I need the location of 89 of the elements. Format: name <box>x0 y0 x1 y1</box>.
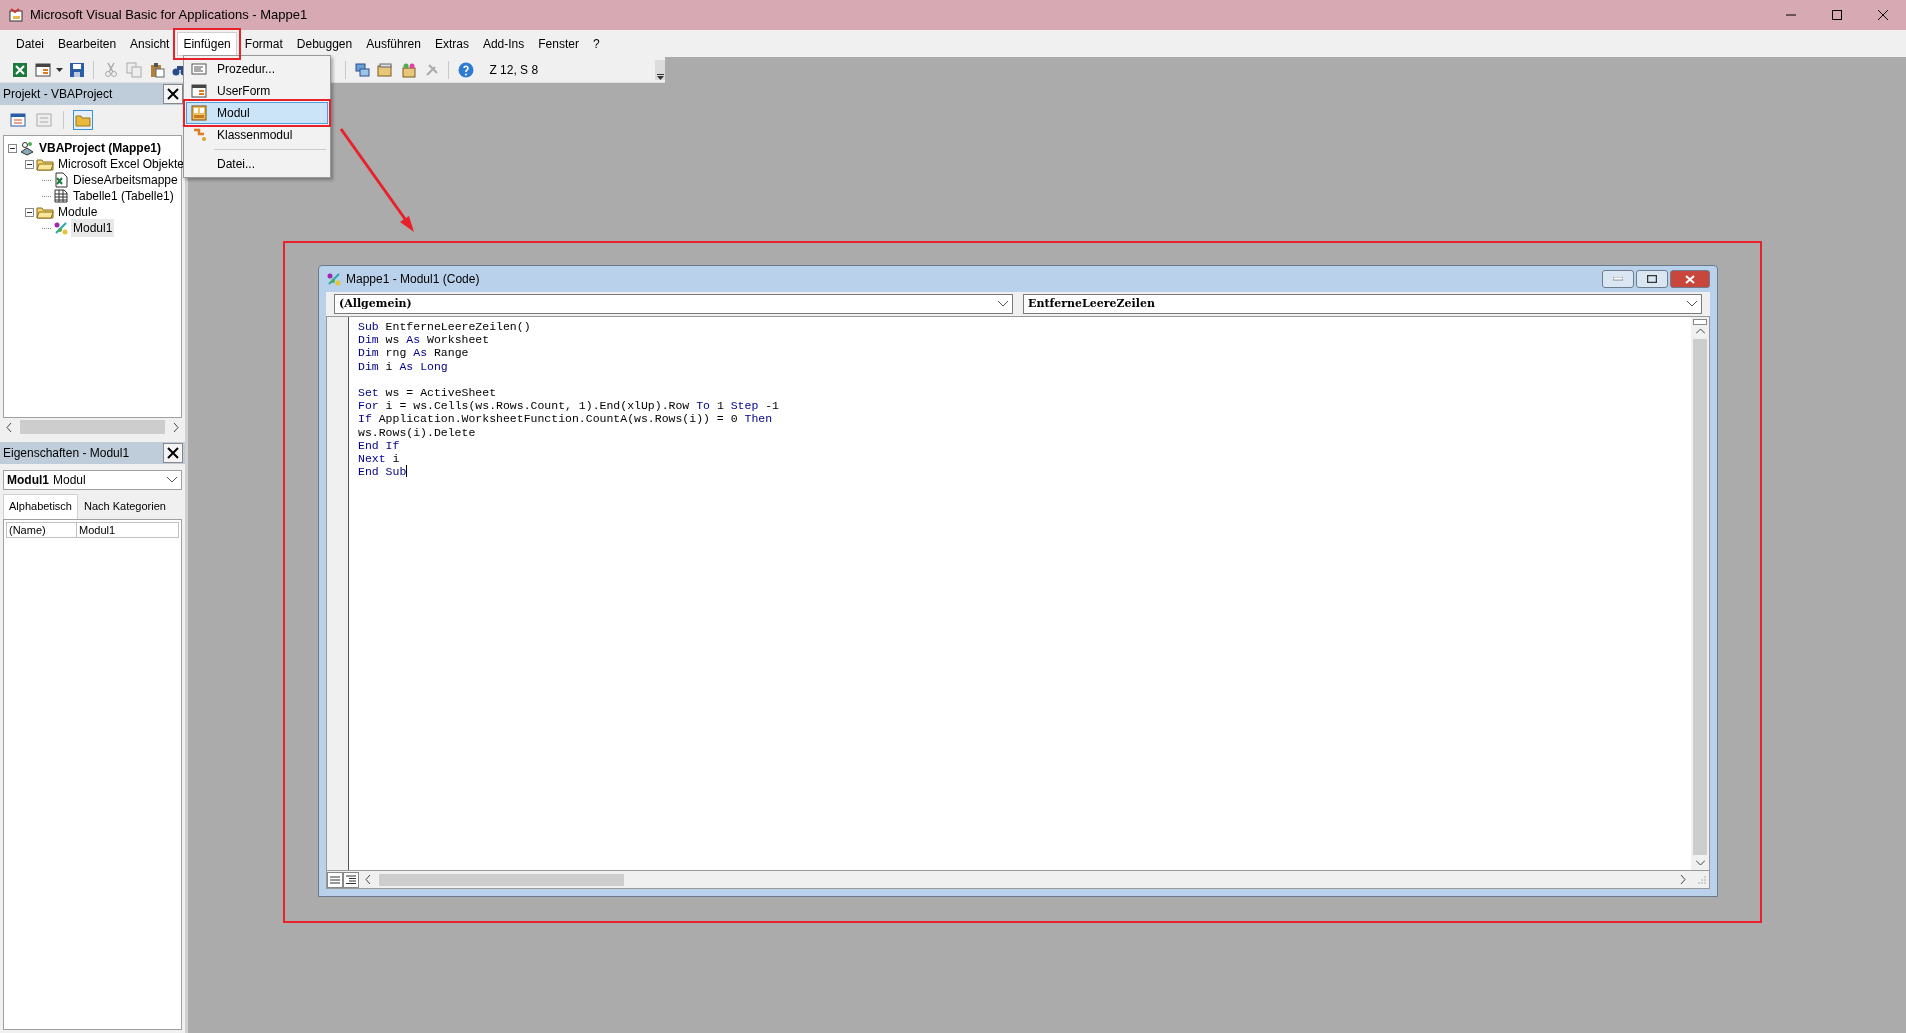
menu-item[interactable]: Fenster <box>532 31 585 56</box>
restore-icon <box>1647 275 1657 283</box>
close-icon <box>167 88 179 100</box>
folder-icon <box>36 157 54 171</box>
scroll-right-icon[interactable] <box>1680 875 1686 884</box>
collapse-icon[interactable] <box>25 159 34 169</box>
code-line: Dim ws As Worksheet <box>358 333 491 347</box>
menu-entry[interactable]: Prozedur... <box>186 58 328 80</box>
table-icon <box>53 188 69 204</box>
window-title: Microsoft Visual Basic for Applications - Mappe1 <box>30 6 308 25</box>
module-icon <box>326 271 342 287</box>
menu-item[interactable]: Datei <box>10 31 50 56</box>
scroll-right-icon[interactable] <box>173 422 179 432</box>
module-icon <box>53 220 69 236</box>
close-button[interactable] <box>163 84 183 104</box>
lines-icon <box>330 875 340 884</box>
menu-entry[interactable]: Klassenmodul <box>186 124 328 146</box>
tree-item[interactable]: VBAProject (Mappe1) <box>37 139 164 157</box>
collapse-icon[interactable] <box>8 143 17 153</box>
scrollbar-thumb[interactable] <box>20 420 165 434</box>
app-icon <box>8 7 24 23</box>
menu-item[interactable]: Ausführen <box>360 31 427 56</box>
panel-title: Eigenschaften - Modul1 <box>3 445 130 462</box>
window-title: Mappe1 - Modul1 (Code) <box>346 271 480 288</box>
folder-icon <box>36 205 54 219</box>
code-line: For i = ws.Cells(ws.Rows.Count, 1).End(xlUp).Row To 1 Step -1 <box>358 399 781 413</box>
code-line: Dim i As Long <box>358 359 449 373</box>
menu-item[interactable]: Ansicht <box>124 31 176 56</box>
menu-item[interactable]: ? <box>586 31 606 56</box>
menu-item[interactable]: Bearbeiten <box>52 31 123 56</box>
object-dropdown[interactable]: (Allgemein) <box>334 294 1013 314</box>
tree-item[interactable]: Microsoft Excel Objekte <box>56 155 187 173</box>
module-icon <box>191 105 207 121</box>
code-line: Dim rng As Range <box>358 346 470 360</box>
toolbar-overflow-button[interactable] <box>655 59 665 80</box>
lines-icon <box>346 874 356 885</box>
menu-entry[interactable]: Datei... <box>186 153 328 175</box>
procedure-icon <box>191 61 207 77</box>
menu-item[interactable]: Add-Ins <box>476 31 531 56</box>
chevron-down-icon <box>1687 301 1697 307</box>
scrollbar-thumb[interactable] <box>379 873 624 886</box>
scroll-left-icon[interactable] <box>6 422 12 432</box>
full-module-view-button[interactable] <box>343 871 359 888</box>
menu-item[interactable]: Extras <box>428 31 475 56</box>
caret-icon[interactable] <box>56 67 64 72</box>
tree-item[interactable]: Module <box>56 203 100 221</box>
folder-icon[interactable] <box>73 110 93 130</box>
close-icon <box>1685 274 1695 284</box>
tree-item[interactable]: Modul1 <box>71 219 115 237</box>
code-line: Sub EntferneLeereZeilen() <box>358 320 532 334</box>
view-code-icon[interactable] <box>8 110 28 130</box>
resize-grip-icon[interactable] <box>1698 875 1706 884</box>
close-icon <box>167 447 179 459</box>
menu-item[interactable]: Debuggen <box>290 31 359 56</box>
tab[interactable]: Nach Kategorien <box>78 494 172 519</box>
code-line: End If <box>358 438 401 452</box>
restore-button[interactable] <box>1636 270 1668 288</box>
code-line: Set ws = ActiveSheet <box>358 385 498 400</box>
chevron-down-icon <box>998 301 1008 307</box>
code-line: End Sub <box>358 465 409 479</box>
split-handle[interactable] <box>1693 319 1707 325</box>
close-button[interactable] <box>163 443 183 463</box>
code-line: If Application.WorksheetFunction.CountA(ws.Rows(i)) = 0 Then <box>358 412 774 426</box>
scrollbar-thumb[interactable] <box>1693 339 1707 855</box>
menu-entry[interactable]: Modul <box>186 102 328 124</box>
code-line: Next i <box>358 451 401 466</box>
chevron-down-icon <box>167 477 177 483</box>
scroll-left-icon[interactable] <box>365 875 371 884</box>
tab[interactable]: Alphabetisch <box>3 494 78 519</box>
maximize-icon[interactable] <box>1832 10 1842 20</box>
caret-icon <box>656 73 664 80</box>
class-module-icon <box>191 127 207 143</box>
minimize-icon <box>1613 277 1623 281</box>
object-dropdown[interactable]: Modul1 Modul <box>3 470 182 490</box>
property-name: (Name) <box>7 522 77 537</box>
tree-item[interactable]: Tabelle1 (Tabelle1) <box>71 187 176 205</box>
procedure-dropdown[interactable]: EntferneLeereZeilen <box>1023 294 1702 314</box>
workbook-icon <box>53 172 69 188</box>
code-line: ws.Rows(i).Delete <box>358 425 477 439</box>
panel-title: Projekt - VBAProject <box>3 86 113 103</box>
property-value[interactable]: Modul1 <box>77 522 116 537</box>
menu-item[interactable]: Format <box>238 31 289 56</box>
form-icon <box>191 83 207 99</box>
project-icon <box>19 140 35 156</box>
collapse-icon[interactable] <box>25 207 34 217</box>
tree-item[interactable]: DieseArbeitsmappe <box>71 171 180 189</box>
menu-entry[interactable]: UserForm <box>186 80 328 102</box>
menu-item[interactable]: Einfügen <box>177 31 237 56</box>
close-icon[interactable] <box>1878 10 1888 20</box>
